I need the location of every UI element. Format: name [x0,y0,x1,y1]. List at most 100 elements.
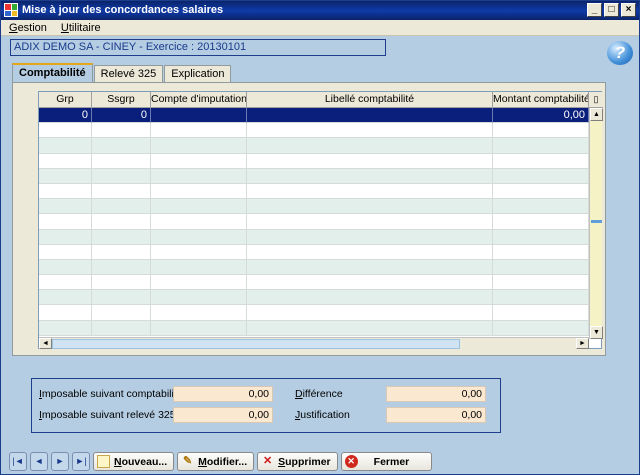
table-cell[interactable] [39,290,92,306]
table-cell[interactable] [92,138,151,154]
table-cell[interactable] [92,168,151,184]
table-cell[interactable] [39,305,92,321]
table-cell[interactable] [493,320,589,336]
table-cell[interactable] [151,138,247,154]
table-row[interactable] [39,305,589,321]
table-cell[interactable] [151,153,247,169]
table-cell[interactable] [493,244,589,260]
table-row[interactable] [39,259,589,276]
table-cell[interactable] [247,153,493,169]
tab-comptabilite[interactable]: Comptabilité [12,63,93,84]
table-cell[interactable] [151,244,247,260]
modifier-button[interactable]: ✎ Modifier... [177,452,255,471]
table-row[interactable] [39,199,589,215]
title-bar[interactable]: Mise à jour des concordances salaires _ … [1,1,639,20]
close-button[interactable]: × [621,3,636,17]
table-cell[interactable] [247,275,493,291]
cell-ssgrp[interactable]: 0 [92,108,151,124]
table-row[interactable] [39,275,589,291]
table-cell[interactable] [151,183,247,200]
fermer-button[interactable]: ✕ Fermer [340,452,433,471]
imposable-releve-field[interactable]: 0,00 [173,407,273,423]
table-cell[interactable] [39,259,92,276]
table-cell[interactable] [247,214,493,230]
table-cell[interactable] [92,320,151,336]
table-cell[interactable] [247,138,493,154]
table-cell[interactable] [92,244,151,260]
table-row[interactable] [39,214,589,230]
table-cell[interactable] [493,168,589,184]
table-cell[interactable] [39,244,92,260]
difference-field[interactable]: 0,00 [386,386,486,402]
table-cell[interactable] [151,259,247,276]
nouveau-button[interactable]: Nouveau... [93,452,175,471]
scroll-left-button[interactable]: ◄ [39,338,52,349]
minimize-button[interactable]: _ [587,3,602,17]
next-record-button[interactable]: ► [51,452,69,471]
table-cell[interactable] [247,259,493,276]
table-cell[interactable] [247,229,493,245]
copy-icon[interactable]: ▯ [589,92,603,108]
table-cell[interactable] [493,229,589,245]
table-cell[interactable] [151,320,247,336]
table-cell[interactable] [247,305,493,321]
column-header-compte[interactable]: Compte d'imputation [151,92,247,108]
table-cell[interactable] [92,229,151,245]
scroll-up-button[interactable]: ▲ [590,108,603,121]
table-row[interactable] [39,123,589,139]
table-cell[interactable] [39,138,92,154]
justification-field[interactable]: 0,00 [386,407,486,423]
table-cell[interactable] [493,214,589,230]
table-cell[interactable] [493,305,589,321]
table-cell[interactable] [39,123,92,139]
vertical-scroll-thumb[interactable] [591,220,602,223]
table-cell[interactable] [493,199,589,215]
table-cell[interactable] [92,183,151,200]
scroll-right-button[interactable]: ► [576,338,589,349]
supprimer-button[interactable]: ✕ Supprimer [257,452,338,471]
table-cell[interactable] [39,214,92,230]
table-row[interactable] [39,183,589,200]
table-cell[interactable] [92,290,151,306]
column-header-libelle[interactable]: Libellé comptabilité [247,92,493,108]
table-cell[interactable] [92,305,151,321]
table-row[interactable] [39,229,589,245]
table-cell[interactable] [151,305,247,321]
table-cell[interactable] [247,123,493,139]
table-cell[interactable] [39,168,92,184]
table-cell[interactable] [39,275,92,291]
table-row[interactable] [39,320,589,336]
horizontal-scroll-thumb[interactable] [52,339,460,349]
concordance-grid[interactable]: Grp Ssgrp Compte d'imputation Libellé co… [38,91,603,349]
table-cell[interactable] [151,199,247,215]
table-cell[interactable] [39,320,92,336]
column-header-grp[interactable]: Grp [39,92,92,108]
column-header-ssgrp[interactable]: Ssgrp [92,92,151,108]
table-cell[interactable] [92,199,151,215]
table-cell[interactable] [92,214,151,230]
vertical-scrollbar[interactable]: ▲ ▼ [589,108,603,339]
imposable-comptabilite-field[interactable]: 0,00 [173,386,273,402]
horizontal-scrollbar[interactable]: ◄ ► [39,337,589,349]
table-cell[interactable] [39,183,92,200]
table-row[interactable] [39,138,589,154]
menu-utilitaire[interactable]: Utilitaire [61,20,101,35]
table-row[interactable] [39,290,589,306]
table-cell[interactable] [247,199,493,215]
cell-grp[interactable]: 0 [39,108,92,124]
table-cell[interactable] [493,153,589,169]
table-row[interactable] [39,168,589,184]
table-cell[interactable] [493,275,589,291]
table-cell[interactable] [151,275,247,291]
table-cell[interactable] [247,183,493,200]
table-cell[interactable] [92,123,151,139]
table-row[interactable] [39,153,589,169]
table-cell[interactable] [151,168,247,184]
first-record-button[interactable]: |◄ [9,452,27,471]
table-cell[interactable] [493,290,589,306]
table-cell[interactable] [493,123,589,139]
table-cell[interactable] [151,229,247,245]
column-header-montant[interactable]: Montant comptabilité [493,92,589,108]
table-cell[interactable] [247,168,493,184]
table-cell[interactable] [247,320,493,336]
